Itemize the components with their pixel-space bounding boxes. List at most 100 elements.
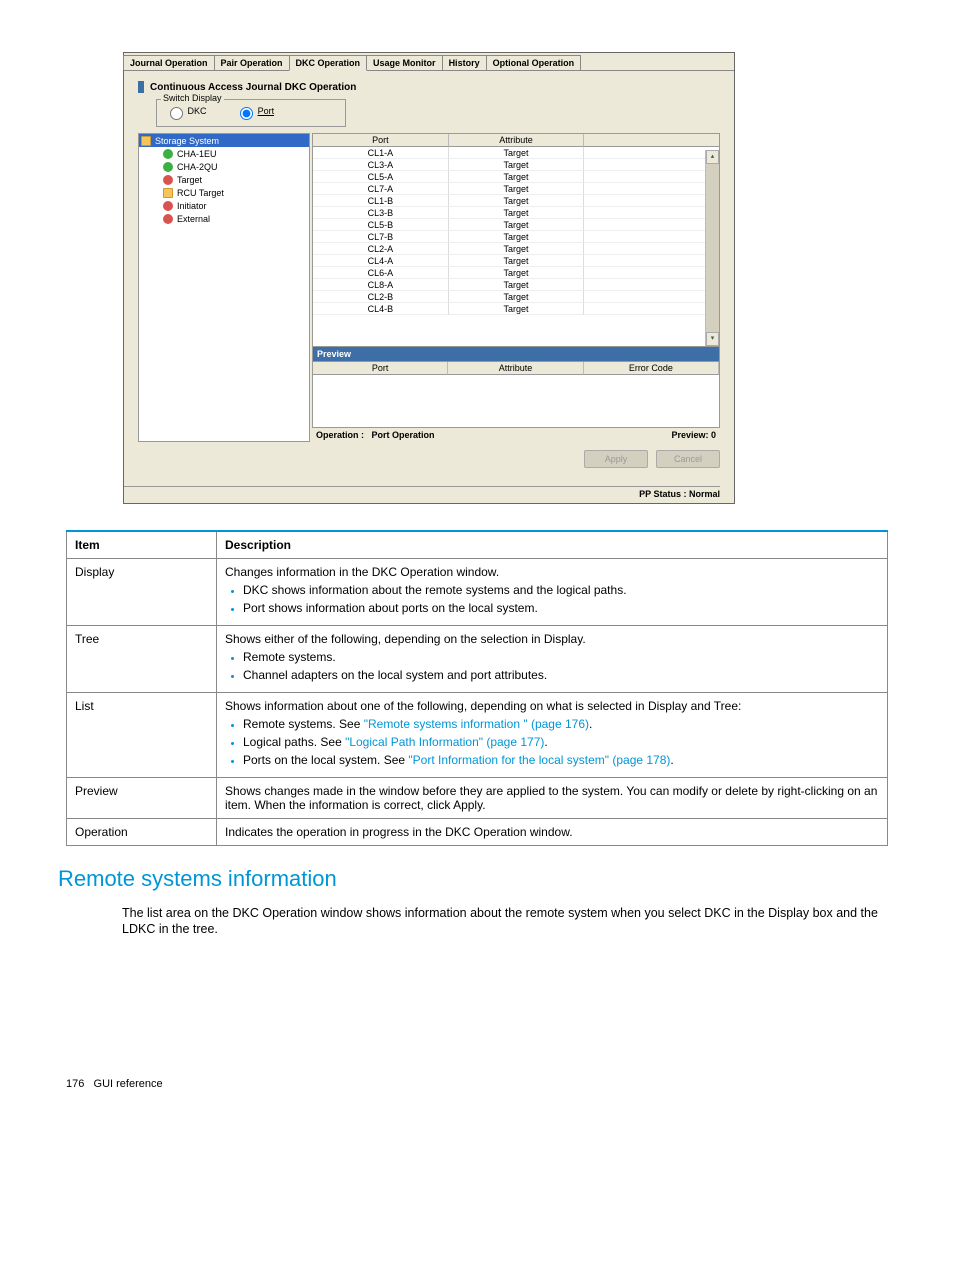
preview-count: Preview: 0 <box>671 430 716 440</box>
tree-item[interactable]: CHA-1EU <box>139 147 309 160</box>
table-cell <box>584 183 719 195</box>
radio-dkc[interactable]: DKC <box>165 106 207 116</box>
scroll-up-icon[interactable]: ▴ <box>706 150 719 164</box>
tree-root[interactable]: Storage System <box>139 134 309 147</box>
table-cell: Target <box>449 219 585 231</box>
scrollbar[interactable]: ▴ ▾ <box>705 150 719 346</box>
tree-item-label: RCU Target <box>177 188 224 198</box>
table-row[interactable]: CL5-ATarget <box>313 171 719 183</box>
table-cell: Target <box>449 147 585 159</box>
table-cell: Target <box>449 291 585 303</box>
table-cell: CL5-B <box>313 219 449 231</box>
table-row[interactable]: CL2-BTarget <box>313 291 719 303</box>
operation-status: Operation : Port Operation <box>316 430 435 440</box>
switch-display-legend: Switch Display <box>161 93 224 103</box>
table-row[interactable]: CL7-ATarget <box>313 183 719 195</box>
radio-dkc-label: DKC <box>188 106 207 116</box>
table-row[interactable]: CL2-ATarget <box>313 243 719 255</box>
radio-port-label: Port <box>258 106 275 116</box>
table-row[interactable]: CL1-BTarget <box>313 195 719 207</box>
adapter-icon <box>163 162 173 172</box>
table-cell: Target <box>449 255 585 267</box>
desc-bullet: Logical paths. See "Logical Path Informa… <box>243 735 879 749</box>
table-cell: Target <box>449 171 585 183</box>
tab-dkc-operation[interactable]: DKC Operation <box>289 55 368 71</box>
table-cell: CL7-B <box>313 231 449 243</box>
table-cell <box>584 195 719 207</box>
table-row[interactable]: CL1-ATarget <box>313 147 719 159</box>
table-cell: CL4-B <box>313 303 449 315</box>
desc-header-description: Description <box>217 531 888 559</box>
table-cell <box>584 171 719 183</box>
tab-optional-operation[interactable]: Optional Operation <box>486 55 582 70</box>
desc-text: Indicates the operation in progress in t… <box>217 819 888 846</box>
tab-pair-operation[interactable]: Pair Operation <box>214 55 290 70</box>
scroll-thumb[interactable] <box>706 164 719 332</box>
desc-header-item: Item <box>67 531 217 559</box>
table-cell: Target <box>449 159 585 171</box>
tree-root-label: Storage System <box>155 136 219 146</box>
tree-item[interactable]: CHA-2QU <box>139 160 309 173</box>
rcu-icon <box>163 188 173 198</box>
table-row[interactable]: CL8-ATarget <box>313 279 719 291</box>
col-port[interactable]: Port <box>313 134 449 147</box>
tree-item[interactable]: Initiator <box>139 199 309 212</box>
link-port-info[interactable]: "Port Information for the local system" … <box>408 753 670 767</box>
pp-status: PP Status : Normal <box>124 486 720 499</box>
tree-item[interactable]: External <box>139 212 309 225</box>
tree-item-label: Target <box>177 175 202 185</box>
preview-header: Preview <box>312 347 720 362</box>
table-cell: Target <box>449 279 585 291</box>
tree-item[interactable]: Target <box>139 173 309 186</box>
table-row[interactable]: CL7-BTarget <box>313 231 719 243</box>
section-heading: Remote systems information <box>58 866 888 892</box>
radio-port[interactable]: Port <box>235 106 274 116</box>
desc-text: Shows information about one of the follo… <box>217 693 888 778</box>
table-cell: CL2-B <box>313 291 449 303</box>
preview-table[interactable]: Port Attribute Error Code <box>312 362 720 428</box>
port-table[interactable]: Port Attribute CL1-ATargetCL3-ATargetCL5… <box>312 133 720 347</box>
col-attribute[interactable]: Attribute <box>449 134 585 147</box>
table-row[interactable]: CL4-ATarget <box>313 255 719 267</box>
tab-usage-monitor[interactable]: Usage Monitor <box>366 55 443 70</box>
folder-icon <box>141 136 151 146</box>
table-cell: Target <box>449 195 585 207</box>
table-cell <box>584 303 719 315</box>
table-cell <box>584 243 719 255</box>
table-row[interactable]: CL4-BTarget <box>313 303 719 315</box>
link-remote-systems[interactable]: "Remote systems information " (page 176) <box>364 717 589 731</box>
scroll-down-icon[interactable]: ▾ <box>706 332 719 346</box>
panel-title: Continuous Access Journal DKC Operation <box>138 81 734 93</box>
table-cell: Target <box>449 303 585 315</box>
tree-item[interactable]: RCU Target <box>139 186 309 199</box>
table-cell <box>584 291 719 303</box>
tab-journal-operation[interactable]: Journal Operation <box>123 55 215 70</box>
table-row[interactable]: CL5-BTarget <box>313 219 719 231</box>
cancel-button[interactable]: Cancel <box>656 450 720 468</box>
table-cell: CL5-A <box>313 171 449 183</box>
section-body: The list area on the DKC Operation windo… <box>122 905 888 939</box>
desc-bullet: Ports on the local system. See "Port Inf… <box>243 753 879 767</box>
tab-history[interactable]: History <box>442 55 487 70</box>
desc-bullet: DKC shows information about the remote s… <box>243 583 879 597</box>
col-blank <box>584 134 719 147</box>
table-cell: Target <box>449 243 585 255</box>
table-row[interactable]: CL3-ATarget <box>313 159 719 171</box>
table-row[interactable]: CL6-ATarget <box>313 267 719 279</box>
preview-col-port: Port <box>313 362 448 375</box>
table-cell <box>584 267 719 279</box>
desc-bullet: Remote systems. <box>243 650 879 664</box>
tree-item-label: External <box>177 214 210 224</box>
table-row[interactable]: CL3-BTarget <box>313 207 719 219</box>
desc-text: Shows changes made in the window before … <box>217 778 888 819</box>
table-cell <box>584 219 719 231</box>
apply-button[interactable]: Apply <box>584 450 648 468</box>
tree-item-label: CHA-2QU <box>177 162 218 172</box>
tree-item-label: CHA-1EU <box>177 149 217 159</box>
table-cell: CL4-A <box>313 255 449 267</box>
description-table: Item Description Display Changes informa… <box>66 530 888 846</box>
preview-col-error: Error Code <box>584 362 719 375</box>
table-cell <box>584 207 719 219</box>
link-logical-path[interactable]: "Logical Path Information" (page 177) <box>345 735 544 749</box>
tree-panel[interactable]: Storage System CHA-1EU CHA-2QU Target RC… <box>138 133 310 442</box>
